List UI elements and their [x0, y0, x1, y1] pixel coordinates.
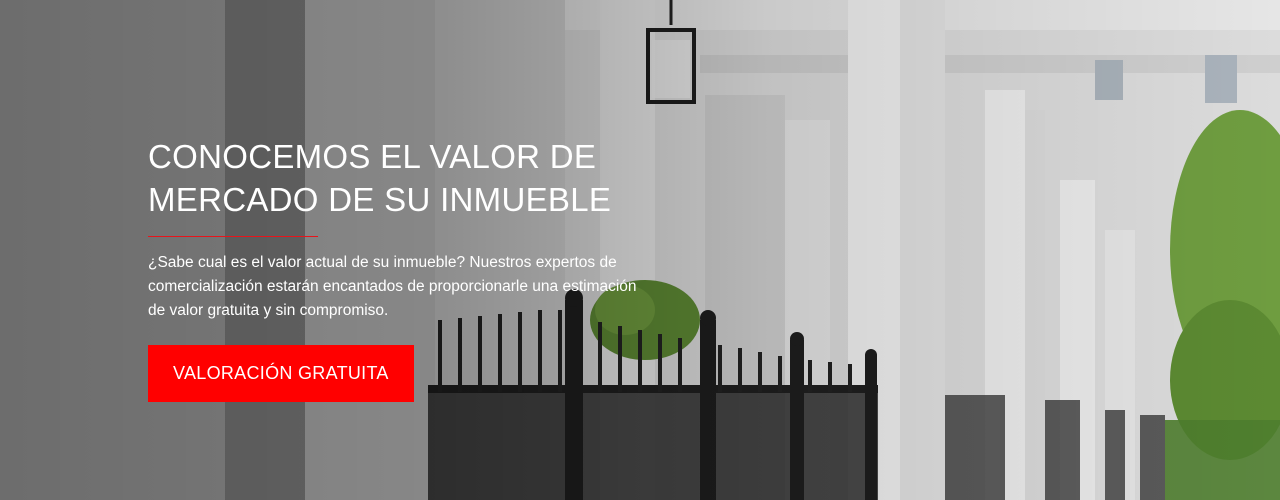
hero-title-line-1: CONOCEMOS EL VALOR DE [148, 138, 597, 175]
hero-description: ¿Sabe cual es el valor actual de su inmu… [148, 254, 637, 319]
hero-banner: CONOCEMOS EL VALOR DE MERCADO DE SU INMU… [0, 0, 1280, 500]
hero-title: CONOCEMOS EL VALOR DE MERCADO DE SU INMU… [148, 135, 668, 221]
hero-title-line-2: MERCADO DE SU INMUEBLE [148, 181, 612, 218]
hero-content: CONOCEMOS EL VALOR DE MERCADO DE SU INMU… [148, 135, 668, 402]
free-valuation-button[interactable]: VALORACIÓN GRATUITA [148, 345, 414, 402]
title-divider [148, 236, 318, 237]
